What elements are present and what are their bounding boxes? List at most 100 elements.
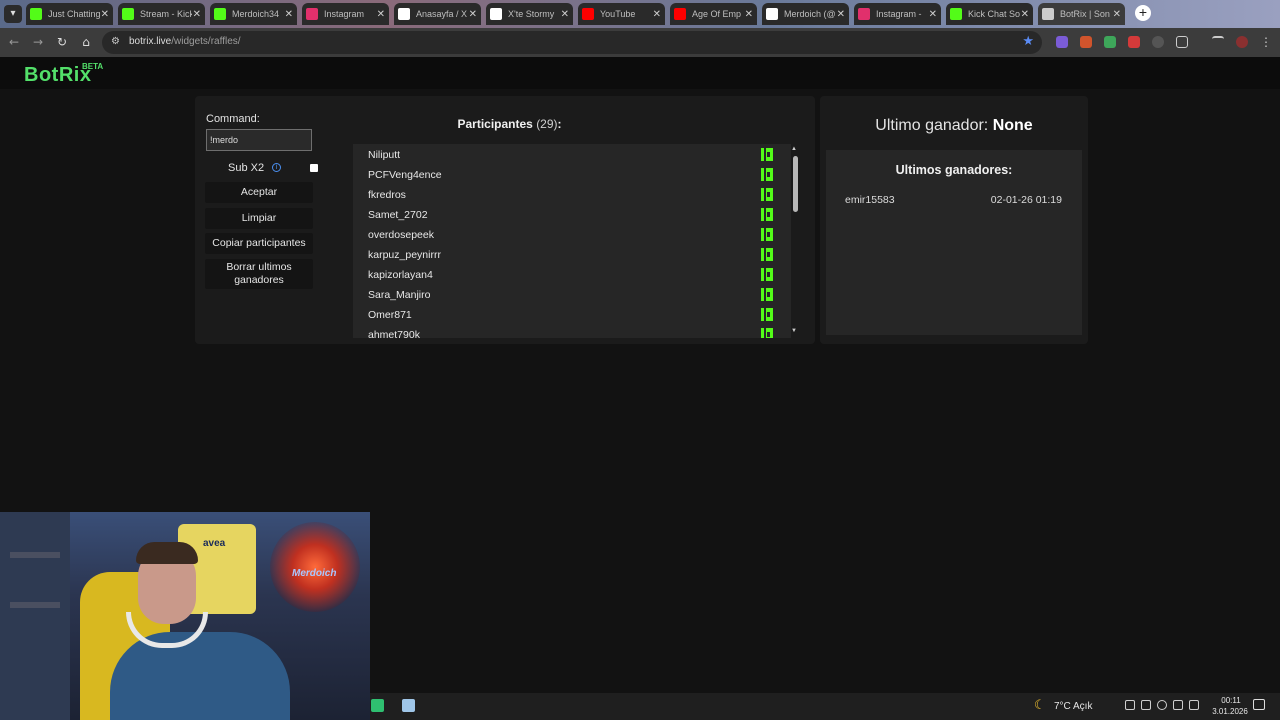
volume-icon[interactable] bbox=[1189, 700, 1199, 710]
weather-text[interactable]: 7°C Açık bbox=[1054, 701, 1092, 712]
weather-moon-icon[interactable]: ☾ bbox=[1034, 698, 1046, 713]
participant-row: fkredros bbox=[353, 185, 773, 205]
participant-row: kapizorlayan4 bbox=[353, 265, 773, 285]
tab-close-icon[interactable]: ✕ bbox=[377, 9, 385, 20]
address-bar[interactable]: ⚙ botrix.live/widgets/raffles/ ★ bbox=[102, 31, 1042, 54]
kick-platform-icon bbox=[761, 228, 773, 241]
reload-icon[interactable]: ↻ bbox=[54, 35, 70, 49]
tab-close-icon[interactable]: ✕ bbox=[469, 9, 477, 20]
tab-close-icon[interactable]: ✕ bbox=[745, 9, 753, 20]
mic-icon[interactable] bbox=[1157, 700, 1167, 710]
last-winners-title: Ultimos ganadores: bbox=[895, 163, 1013, 177]
browser-tab[interactable]: YouTube ✕ bbox=[578, 3, 665, 25]
accept-button[interactable]: Aceptar bbox=[205, 182, 313, 203]
participant-name: kapizorlayan4 bbox=[368, 269, 433, 281]
extensions-puzzle-icon[interactable] bbox=[1176, 36, 1188, 48]
tab-label: Merdoich34 bbox=[232, 9, 280, 19]
browser-tab[interactable]: Kick Chat So ✕ bbox=[946, 3, 1033, 25]
tray-icon[interactable] bbox=[1125, 700, 1135, 710]
notification-icon[interactable] bbox=[1253, 699, 1265, 710]
shield-extension-icon[interactable] bbox=[1104, 36, 1116, 48]
browser-toolbar: ← → ↻ ⌂ ⚙ botrix.live/widgets/raffles/ ★… bbox=[0, 28, 1280, 57]
extension-icon[interactable] bbox=[1080, 36, 1092, 48]
browser-tab[interactable]: Merdoich (@ ✕ bbox=[762, 3, 849, 25]
url-text[interactable]: botrix.live/widgets/raffles/ bbox=[129, 36, 241, 47]
bookshelf bbox=[0, 512, 70, 720]
winner-name: emir15583 bbox=[845, 194, 895, 206]
profile-avatar[interactable] bbox=[1236, 36, 1248, 48]
tray-icon[interactable] bbox=[1141, 700, 1151, 710]
browser-tab[interactable]: Anasayfa / X ✕ bbox=[394, 3, 481, 25]
extension-icon[interactable] bbox=[1152, 36, 1164, 48]
site-info-icon[interactable]: ⚙ bbox=[111, 36, 120, 47]
network-icon[interactable] bbox=[1173, 700, 1183, 710]
tab-label: Stream - Kick bbox=[140, 9, 192, 19]
back-icon[interactable]: ← bbox=[6, 35, 22, 49]
browser-tab[interactable]: Stream - Kick ✕ bbox=[118, 3, 205, 25]
neon-logo-glow bbox=[270, 522, 360, 612]
browser-tab[interactable]: Merdoich34 ✕ bbox=[210, 3, 297, 25]
taskbar-app-icon[interactable] bbox=[402, 699, 415, 712]
kick-platform-icon bbox=[761, 208, 773, 221]
beta-badge: BETA bbox=[82, 62, 104, 71]
new-tab-button[interactable]: + bbox=[1135, 5, 1151, 21]
media-controls-icon[interactable] bbox=[1212, 36, 1224, 48]
taskbar-app-icon[interactable] bbox=[371, 699, 384, 712]
browser-tab[interactable]: Just Chatting ✕ bbox=[26, 3, 113, 25]
scroll-down-arrow-icon[interactable]: ▼ bbox=[791, 328, 797, 334]
tab-label: Age Of Emp bbox=[692, 9, 742, 19]
tab-close-icon[interactable]: ✕ bbox=[1021, 9, 1029, 20]
browser-tab[interactable]: BotRix | Son ✕ bbox=[1038, 3, 1125, 25]
info-icon[interactable]: i bbox=[272, 163, 281, 172]
tab-close-icon[interactable]: ✕ bbox=[285, 9, 293, 20]
tab-label: BotRix | Son bbox=[1060, 9, 1110, 19]
browser-tab[interactable]: Instagram - ✕ bbox=[854, 3, 941, 25]
tab-close-icon[interactable]: ✕ bbox=[1113, 9, 1121, 20]
botrix-icon bbox=[1042, 8, 1054, 20]
browser-tab-bar: ▾ Just Chatting ✕ Stream - Kick ✕ Merdoich34… bbox=[0, 0, 1280, 28]
tab-close-icon[interactable]: ✕ bbox=[193, 9, 201, 20]
extension-icon[interactable] bbox=[1056, 36, 1068, 48]
copy-participants-button[interactable]: Copiar participantes bbox=[205, 233, 313, 254]
browser-tab[interactable]: Age Of Emp ✕ bbox=[670, 3, 757, 25]
instagram-icon bbox=[306, 8, 318, 20]
clock-time[interactable]: 00:11 bbox=[1211, 696, 1251, 705]
winner-time: 02-01-26 01:19 bbox=[990, 194, 1062, 206]
scroll-thumb[interactable] bbox=[793, 156, 798, 212]
participants-scrollbar[interactable]: ▲ ▼ bbox=[790, 144, 800, 338]
neon-sign-text: Merdoich bbox=[292, 568, 337, 579]
kick-platform-icon bbox=[761, 248, 773, 261]
home-icon[interactable]: ⌂ bbox=[78, 35, 94, 49]
shelf-plank bbox=[10, 552, 60, 558]
tab-close-icon[interactable]: ✕ bbox=[101, 9, 109, 20]
delete-winners-button[interactable]: Borrar ultimos ganadores bbox=[205, 259, 313, 289]
tab-search-button[interactable]: ▾ bbox=[4, 5, 22, 23]
participant-row: PCFVeng4ence bbox=[353, 165, 773, 185]
last-winner: Ultimo ganador: None bbox=[875, 117, 1033, 134]
forward-icon[interactable]: → bbox=[30, 35, 46, 49]
adblock-icon[interactable] bbox=[1128, 36, 1140, 48]
kick-platform-icon bbox=[761, 148, 773, 161]
browser-tab[interactable]: X'te Stormy ✕ bbox=[486, 3, 573, 25]
tab-label: YouTube bbox=[600, 9, 636, 19]
clear-button[interactable]: Limpiar bbox=[205, 208, 313, 229]
kick-platform-icon bbox=[761, 288, 773, 301]
command-input[interactable] bbox=[206, 129, 312, 151]
participant-row: karpuz_peynirrr bbox=[353, 245, 773, 265]
tab-close-icon[interactable]: ✕ bbox=[561, 9, 569, 20]
bookmark-star-icon[interactable]: ★ bbox=[1022, 34, 1034, 49]
subx2-checkbox[interactable] bbox=[310, 164, 318, 172]
clock-date[interactable]: 3.01.2026 bbox=[1204, 707, 1256, 716]
browser-tab[interactable]: Instagram ✕ bbox=[302, 3, 389, 25]
tiktok-icon bbox=[766, 8, 778, 20]
participants-list[interactable]: Niliputt PCFVeng4ence fkredros Samet_2702 ov… bbox=[353, 144, 791, 338]
browser-menu-icon[interactable]: ⋮ bbox=[1258, 35, 1274, 49]
last-winners-box: Ultimos ganadores: emir15583 02-01-26 01… bbox=[826, 150, 1082, 335]
tab-close-icon[interactable]: ✕ bbox=[929, 9, 937, 20]
kick-chat-icon bbox=[950, 8, 962, 20]
participant-row: Omer871 bbox=[353, 305, 773, 325]
tab-close-icon[interactable]: ✕ bbox=[837, 9, 845, 20]
scroll-up-arrow-icon[interactable]: ▲ bbox=[791, 146, 797, 152]
kick-platform-icon bbox=[761, 328, 773, 338]
tab-close-icon[interactable]: ✕ bbox=[653, 9, 661, 20]
